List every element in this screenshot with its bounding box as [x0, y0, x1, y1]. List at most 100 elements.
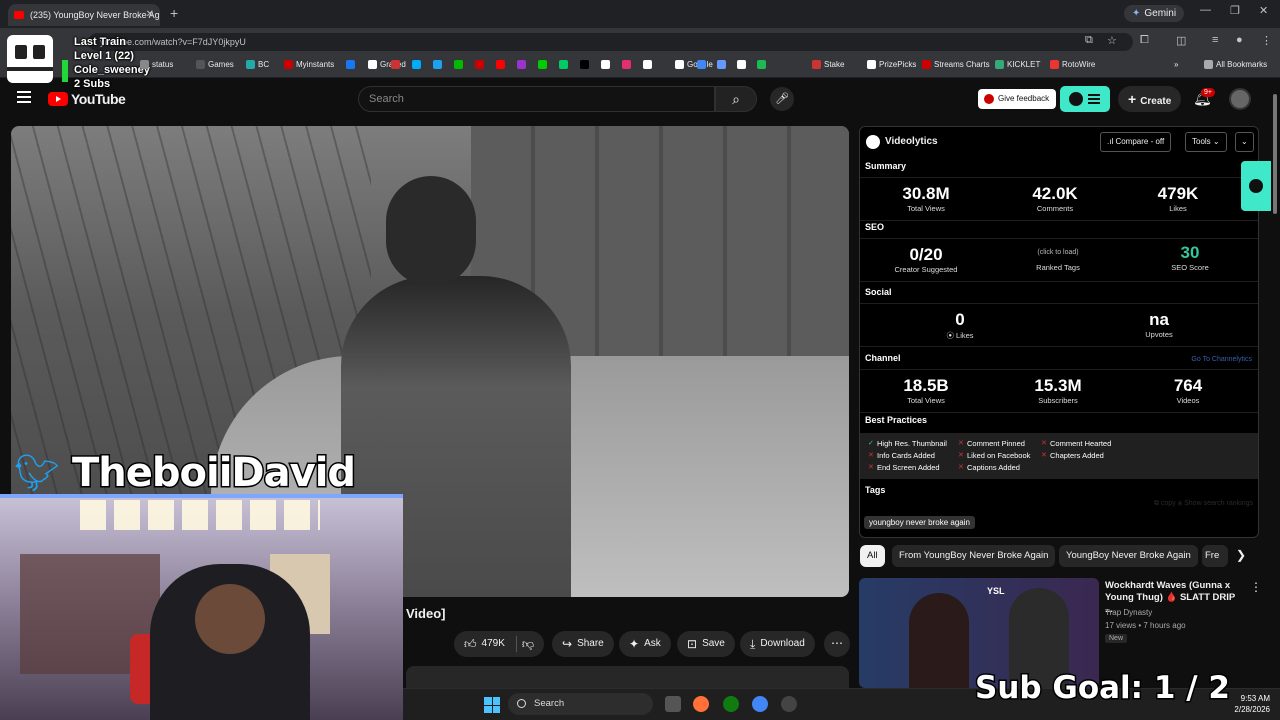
ask-button[interactable]: ✦ Ask [619, 631, 671, 657]
save-button[interactable]: ⊡ Save [677, 631, 735, 657]
task-view-icon[interactable] [665, 696, 681, 712]
comments-stat: 42.0K Comments [995, 184, 1115, 213]
taskbar-search[interactable]: Search [508, 693, 653, 715]
install-icon[interactable]: ⧉ [1085, 34, 1093, 47]
xbox-icon[interactable] [723, 696, 739, 712]
best-practice-label: Chapters Added [1050, 451, 1104, 460]
close-tab-icon[interactable]: ✕ [146, 4, 154, 26]
minimize-icon[interactable]: — [1200, 4, 1211, 16]
scrollbar-thumb[interactable] [1273, 94, 1277, 214]
bookmark-item[interactable]: KICKLET [995, 60, 1040, 69]
firefox-icon[interactable] [693, 696, 709, 712]
ranked-tags-stat[interactable]: (click to load) Ranked Tags [998, 243, 1118, 272]
compare-button[interactable]: .ıl Compare - off [1100, 132, 1172, 152]
more-actions-icon[interactable]: ⋯ [824, 631, 850, 657]
address-bar[interactable]: youtube.com/watch?v=F7dJY0jkpyU [88, 33, 1133, 51]
bookmark-item[interactable] [601, 60, 610, 69]
create-button[interactable]: + Create [1118, 86, 1182, 112]
chip-from-channel[interactable]: From YoungBoy Never Broke Again [892, 545, 1056, 567]
stat-label: Likes [1169, 204, 1187, 213]
collapse-chevron-icon[interactable]: ⌄ [1235, 132, 1254, 152]
tools-button[interactable]: Tools ⌄ [1185, 132, 1227, 152]
bookmark-item[interactable]: status [140, 60, 173, 69]
bookmark-item[interactable]: Streams Charts [922, 60, 990, 69]
chip-channel[interactable]: YoungBoy Never Broke Again [1059, 545, 1198, 567]
all-bookmarks-label: All Bookmarks [1216, 60, 1268, 69]
bookmark-item[interactable] [737, 60, 746, 69]
microphone-icon[interactable]: 🎤︎ [770, 87, 794, 111]
tag-pill[interactable]: youngboy never broke again [864, 516, 975, 529]
chevron-right-icon[interactable]: ❯ [1236, 548, 1246, 562]
bookmarks-overflow-icon[interactable]: » [1174, 60, 1178, 69]
download-button[interactable]: ⤓ Download [740, 631, 815, 657]
search-icon[interactable]: ⌕ [715, 86, 757, 112]
share-button[interactable]: ↪ Share [552, 631, 614, 657]
scrollbar[interactable] [1272, 84, 1278, 684]
browser-tab[interactable]: (235) YoungBoy Never Broke Again ✕ [8, 4, 160, 26]
bookmark-item[interactable] [717, 60, 726, 69]
youtube-logo[interactable]: YouTube [48, 91, 126, 107]
bookmark-item[interactable] [475, 60, 484, 69]
hamburger-menu-icon[interactable] [17, 91, 31, 103]
gemini-button[interactable]: ✦ Gemini [1124, 5, 1185, 22]
bookmark-item[interactable]: BC [246, 60, 269, 69]
bookmark-item[interactable] [517, 60, 526, 69]
all-bookmarks[interactable]: All Bookmarks [1204, 60, 1267, 69]
bookmark-item[interactable] [622, 60, 631, 69]
channelytics-link[interactable]: Go To Channelytics [1191, 356, 1252, 363]
media-icon[interactable]: ≡ [1212, 34, 1218, 46]
bookmark-item[interactable] [391, 60, 400, 69]
videolytics-toggle-button[interactable] [1060, 86, 1110, 112]
bookmark-item[interactable]: Games [196, 60, 234, 69]
bookmark-item[interactable]: Grailed [368, 60, 406, 69]
menu-kebab-icon[interactable]: ⋮ [1261, 34, 1272, 47]
videolytics-side-tab[interactable] [1241, 161, 1271, 211]
bookmark-label: Stake [824, 60, 845, 69]
bookmark-item[interactable]: Google [675, 60, 713, 69]
tags-controls[interactable]: ⧉ copy ⦿ Show search rankings [1154, 500, 1253, 508]
windows-start-icon[interactable] [484, 697, 500, 713]
bookmark-item[interactable] [433, 60, 442, 69]
recommended-channel[interactable]: Trap Dynasty [1105, 608, 1152, 617]
bookmark-favicon-icon [922, 60, 931, 69]
close-window-icon[interactable]: ✕ [1259, 4, 1268, 17]
bookmark-item[interactable] [757, 60, 766, 69]
bookmark-item[interactable] [643, 60, 652, 69]
maximize-icon[interactable]: ❐ [1230, 4, 1240, 17]
chip-partial[interactable]: Fre [1202, 545, 1228, 567]
bookmark-item[interactable]: RotoWire [1050, 60, 1095, 69]
extensions-icon[interactable]: ⧠ [1140, 34, 1149, 47]
bookmark-favicon-icon [196, 60, 205, 69]
bookmark-item[interactable]: Stake [812, 60, 844, 69]
recorder-icon[interactable] [781, 696, 797, 712]
bookmark-favicon-icon [757, 60, 766, 69]
chip-all[interactable]: All [860, 545, 885, 567]
recommended-menu-icon[interactable]: ⋮ [1250, 580, 1262, 594]
sidepanel-icon[interactable]: ◫ [1176, 34, 1186, 47]
bookmark-item[interactable] [559, 60, 568, 69]
bookmark-star-icon[interactable]: ☆ [1107, 34, 1117, 47]
give-feedback-button[interactable]: Give feedback [978, 89, 1057, 109]
stat-label: ⦿ Likes [946, 331, 974, 340]
bookmark-label: Streams Charts [934, 60, 990, 69]
bookmark-favicon-icon [412, 60, 421, 69]
chrome-icon[interactable] [752, 696, 768, 712]
bookmark-item[interactable]: Myinstants [284, 60, 334, 69]
bookmark-item[interactable]: PrizePicks [867, 60, 916, 69]
account-avatar[interactable] [1229, 88, 1251, 110]
new-tab-button[interactable]: + [170, 5, 178, 21]
bookmark-item[interactable] [538, 60, 547, 69]
gemini-icon: ✦ [1132, 8, 1141, 19]
bookmark-item[interactable] [346, 60, 355, 69]
bookmark-item[interactable] [697, 60, 706, 69]
thumbs-down-icon[interactable]: 👎︎ [522, 631, 534, 657]
like-button[interactable]: 👍︎ 479K 👎︎ [454, 631, 545, 657]
profile-icon[interactable]: ● [1236, 34, 1243, 46]
train-level-title: Last Train [74, 36, 126, 48]
channel-views-stat: 18.5B Total Views [866, 376, 986, 405]
bookmark-item[interactable] [412, 60, 421, 69]
bookmark-item[interactable] [454, 60, 463, 69]
bookmark-item[interactable] [496, 60, 505, 69]
bookmark-item[interactable] [580, 60, 589, 69]
search-input[interactable]: Search [358, 86, 715, 112]
